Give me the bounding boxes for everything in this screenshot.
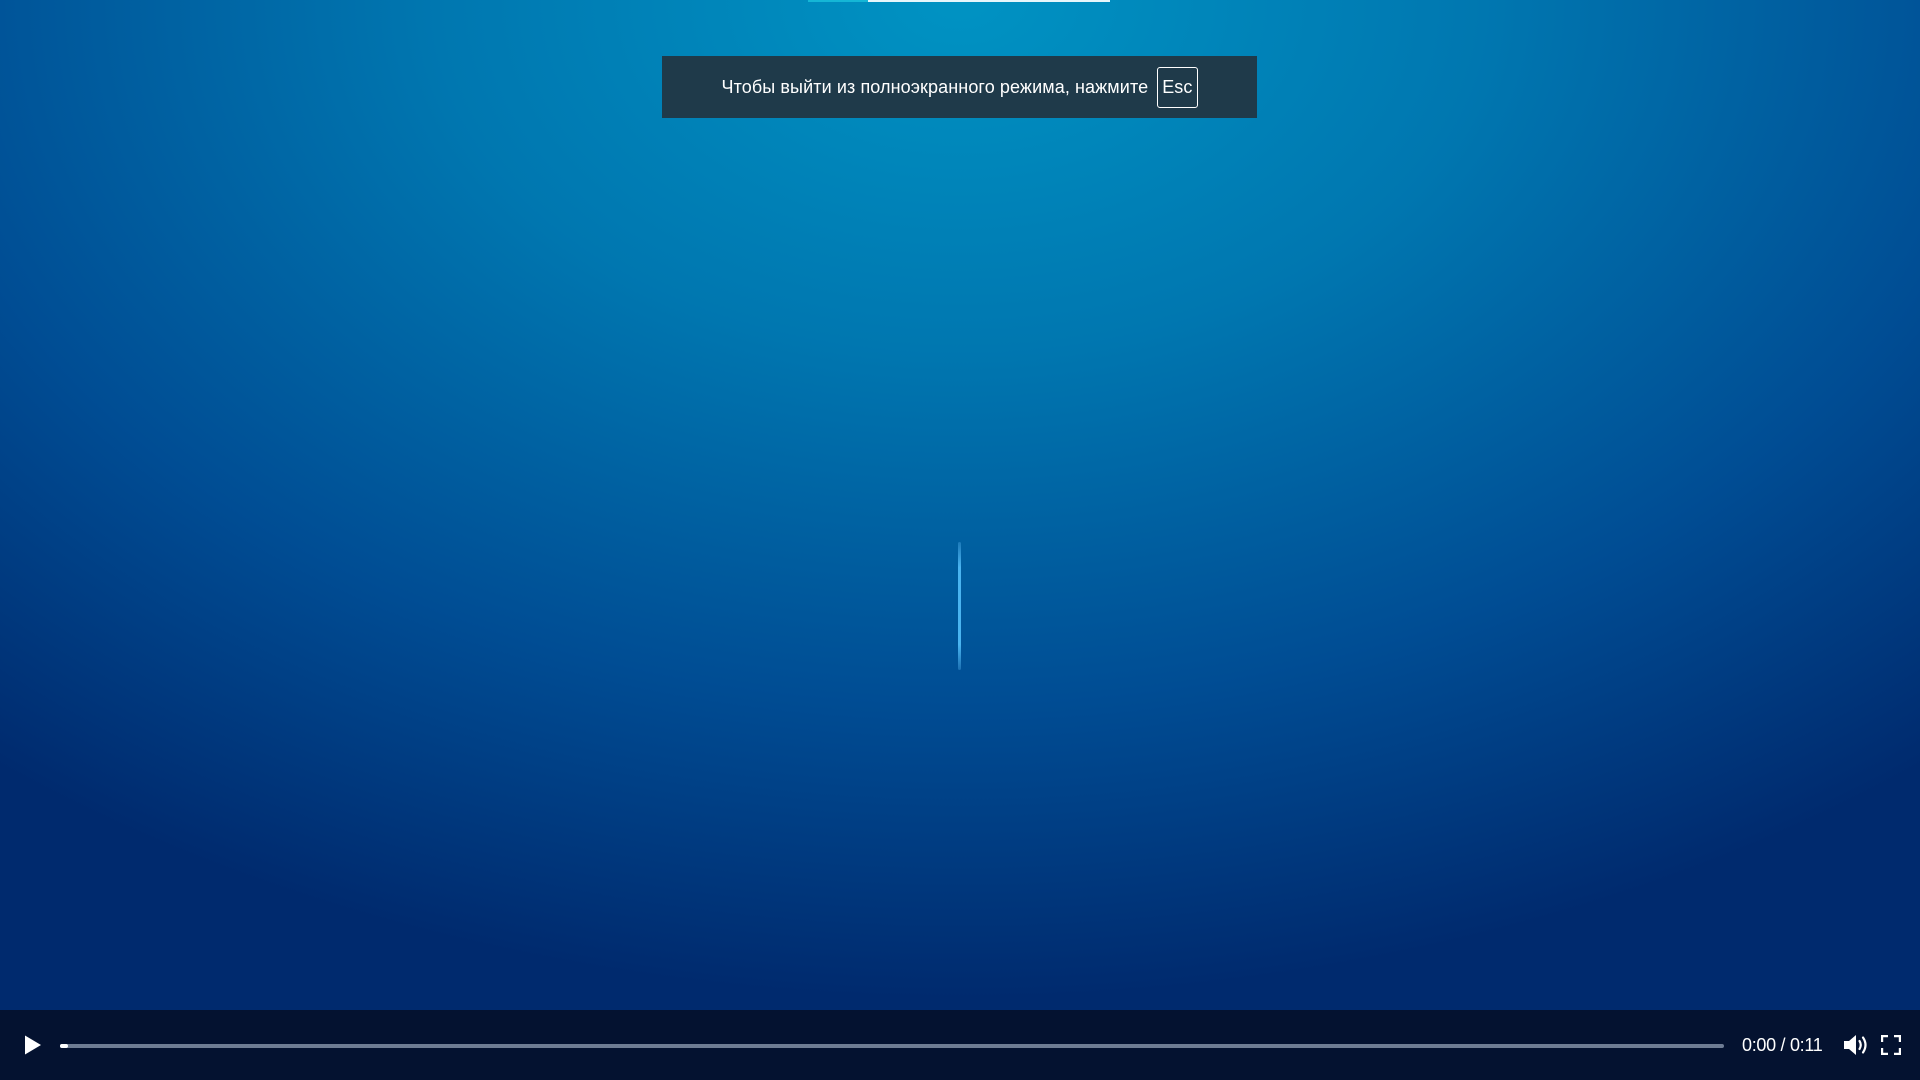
current-time: 0:00 [1742, 1035, 1776, 1055]
time-separator: / [1780, 1035, 1786, 1055]
duration: 0:11 [1789, 1035, 1823, 1055]
fullscreen-exit-notice: Чтобы выйти из полноэкранного режима, на… [662, 56, 1257, 118]
top-edge-indicator-segment [868, 0, 1110, 2]
play-button[interactable] [20, 1033, 44, 1057]
fullscreen-button[interactable] [1880, 1034, 1902, 1056]
progress-fill [60, 1044, 68, 1048]
play-icon [25, 1035, 41, 1055]
fullscreen-icon [1880, 1034, 1902, 1056]
time-display: 0:00 / 0:11 [1742, 1034, 1823, 1056]
volume-button[interactable] [1842, 1032, 1870, 1058]
top-edge-indicator-segment [808, 0, 868, 2]
volume-icon [1844, 1035, 1867, 1055]
video-stage[interactable]: Чтобы выйти из полноэкранного режима, на… [0, 0, 1920, 1080]
fullscreen-notice-text: Чтобы выйти из полноэкранного режима, на… [721, 76, 1149, 97]
video-controls-bar: 0:00 / 0:11 [0, 1010, 1920, 1080]
top-edge-indicator [808, 0, 1110, 2]
progress-bar[interactable] [60, 1044, 1724, 1048]
text-cursor [958, 542, 961, 670]
esc-key-badge: Esc [1157, 66, 1198, 108]
